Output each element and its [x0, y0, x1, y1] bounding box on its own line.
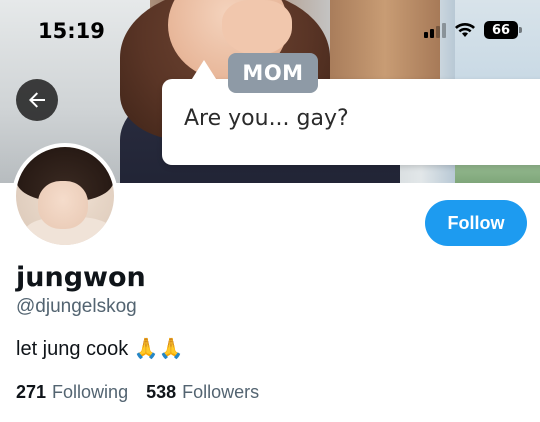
status-time: 15:19: [38, 19, 105, 43]
profile-bio: let jung cook 🙏🙏: [16, 338, 184, 360]
followers-label: Followers: [182, 382, 260, 402]
wifi-icon: [455, 23, 475, 37]
follow-button[interactable]: Follow: [425, 200, 527, 246]
avatar-photo-face: [38, 181, 88, 229]
back-button[interactable]: [16, 79, 58, 121]
speaker-label: MOM: [228, 53, 318, 93]
following-label: Following: [52, 382, 129, 402]
display-name: jungwon: [16, 262, 146, 293]
battery-level: 66: [491, 22, 511, 38]
speech-bubble-tail: [190, 60, 218, 82]
followers-link[interactable]: 538 Followers: [146, 382, 259, 403]
following-link[interactable]: 271 Following: [16, 382, 128, 403]
avatar[interactable]: [12, 143, 118, 249]
battery-icon: 66: [484, 21, 522, 39]
following-count: 271: [16, 382, 47, 402]
follow-stats: 271 Following 538 Followers: [16, 382, 259, 403]
followers-count: 538: [146, 382, 177, 402]
cellular-signal-icon: [424, 22, 446, 38]
banner-character-hand: [222, 0, 292, 55]
arrow-left-icon: [29, 92, 45, 108]
speech-text: Are you... gay?: [184, 106, 349, 131]
user-handle: @djungelskog: [16, 296, 137, 317]
status-indicators: 66: [424, 21, 522, 39]
